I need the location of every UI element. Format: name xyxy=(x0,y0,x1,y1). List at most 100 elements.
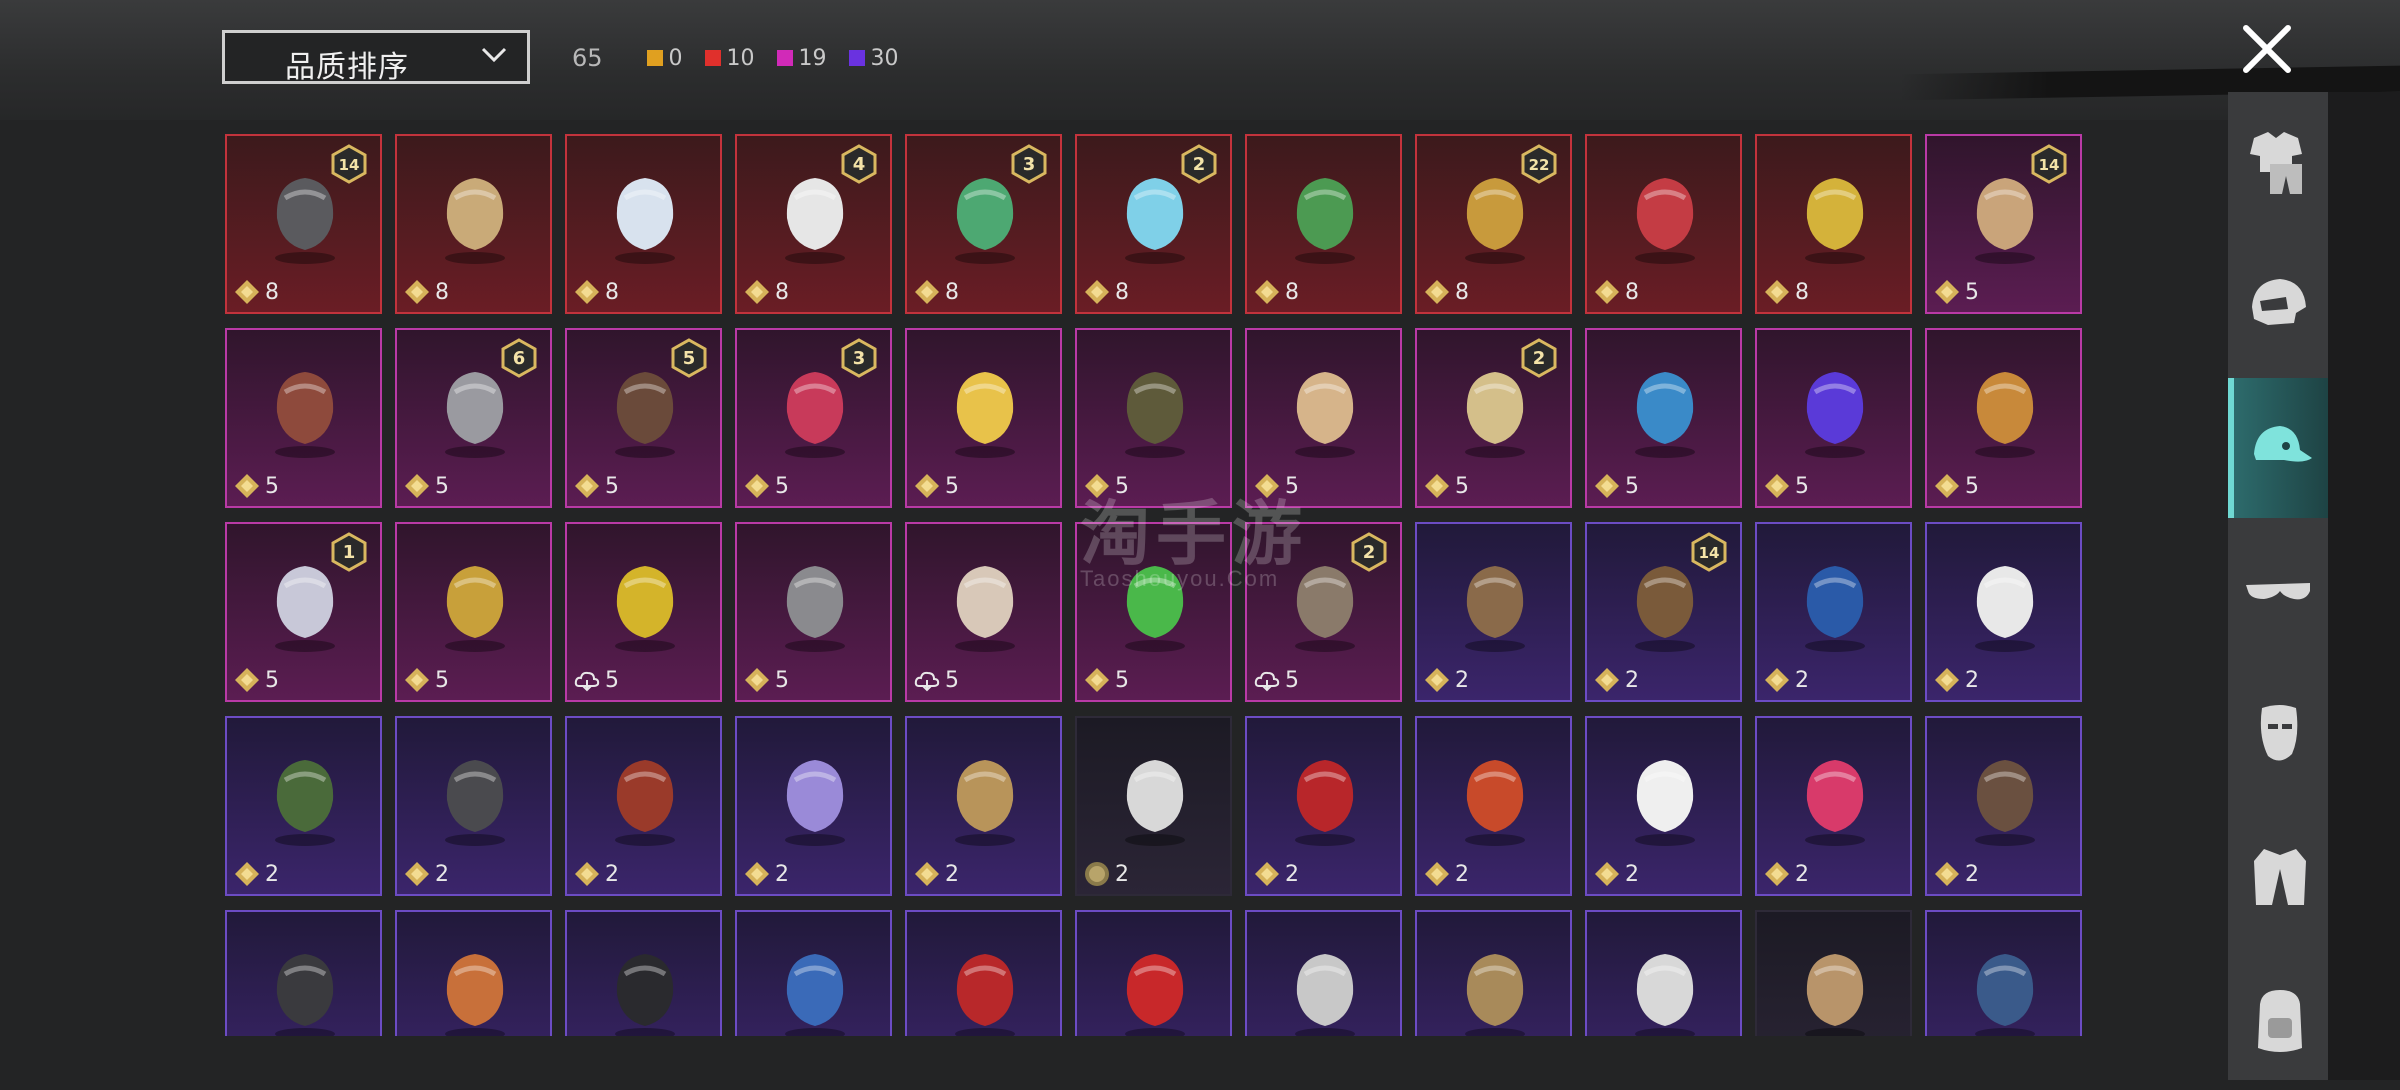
item-price: 5 xyxy=(1423,472,1469,500)
tab-glasses[interactable] xyxy=(2228,521,2328,661)
headwear-item-icon xyxy=(1295,178,1355,264)
item-card[interactable]: 2 xyxy=(565,716,722,896)
item-card[interactable]: 38 xyxy=(905,134,1062,314)
item-card[interactable] xyxy=(735,910,892,1036)
item-card[interactable] xyxy=(1075,910,1232,1036)
item-card[interactable]: 2 xyxy=(1755,716,1912,896)
headwear-item-icon xyxy=(955,372,1015,458)
headwear-item-icon xyxy=(1295,372,1355,458)
item-card[interactable]: 2 xyxy=(1925,716,2082,896)
item-card[interactable]: 65 xyxy=(395,328,552,508)
tab-backpack[interactable] xyxy=(2228,950,2328,1090)
tab-jacket[interactable] xyxy=(2228,807,2328,947)
item-card[interactable]: 8 xyxy=(1755,134,1912,314)
item-card[interactable]: 5 xyxy=(565,522,722,702)
item-card[interactable]: 8 xyxy=(1245,134,1402,314)
item-card[interactable] xyxy=(1925,910,2082,1036)
item-card[interactable]: 2 xyxy=(1415,716,1572,896)
item-card[interactable]: 5 xyxy=(905,522,1062,702)
item-card[interactable]: 35 xyxy=(735,328,892,508)
item-card[interactable] xyxy=(1585,910,1742,1036)
diamond-currency-icon xyxy=(915,280,939,304)
item-card[interactable]: 8 xyxy=(395,134,552,314)
headwear-item-icon xyxy=(1975,372,2035,458)
price-value: 2 xyxy=(605,861,619,887)
diamond-currency-icon xyxy=(235,668,259,692)
item-price: 2 xyxy=(743,860,789,888)
headwear-item-icon xyxy=(1635,760,1695,846)
badge-number: 1 xyxy=(343,542,356,563)
diamond-currency-icon xyxy=(1595,280,1619,304)
jacket-icon xyxy=(2254,849,2306,905)
tab-hat[interactable] xyxy=(2228,378,2328,518)
item-card[interactable] xyxy=(225,910,382,1036)
quality-sort-dropdown[interactable]: 品质排序 xyxy=(222,30,530,84)
item-card[interactable] xyxy=(395,910,552,1036)
item-card[interactable] xyxy=(565,910,722,1036)
item-card[interactable]: 14 8 xyxy=(225,134,382,314)
level-badge: 3 xyxy=(841,338,877,378)
price-value: 8 xyxy=(1625,279,1639,305)
item-card[interactable]: 2 xyxy=(225,716,382,896)
diamond-currency-icon xyxy=(235,474,259,498)
item-card[interactable]: 2 xyxy=(1925,522,2082,702)
item-card[interactable]: 2 xyxy=(735,716,892,896)
diamond-currency-icon xyxy=(405,862,429,886)
item-card[interactable]: 14 2 xyxy=(1585,522,1742,702)
price-value: 2 xyxy=(1285,861,1299,887)
item-card[interactable]: 2 xyxy=(395,716,552,896)
item-card[interactable]: 15 xyxy=(225,522,382,702)
item-card[interactable]: 8 xyxy=(1585,134,1742,314)
item-card[interactable]: 5 xyxy=(1755,328,1912,508)
item-card[interactable] xyxy=(1245,910,1402,1036)
diamond-currency-icon xyxy=(405,474,429,498)
item-card[interactable]: 5 xyxy=(225,328,382,508)
item-card[interactable]: 22 8 xyxy=(1415,134,1572,314)
price-value: 5 xyxy=(435,473,449,499)
item-card[interactable]: 5 xyxy=(735,522,892,702)
item-card[interactable]: 48 xyxy=(735,134,892,314)
item-card[interactable]: 5 xyxy=(395,522,552,702)
item-card[interactable]: 2 xyxy=(1245,716,1402,896)
tab-helmet[interactable] xyxy=(2228,235,2328,375)
diamond-currency-icon xyxy=(1595,862,1619,886)
headwear-item-icon xyxy=(1805,372,1865,458)
price-value: 2 xyxy=(945,861,959,887)
item-card[interactable]: 2 xyxy=(1075,716,1232,896)
item-price: 8 xyxy=(1593,278,1639,306)
item-card[interactable] xyxy=(1415,910,1572,1036)
price-value: 5 xyxy=(1115,667,1129,693)
price-value: 8 xyxy=(945,279,959,305)
item-card[interactable] xyxy=(905,910,1062,1036)
item-card[interactable]: 5 xyxy=(1925,328,2082,508)
diamond-currency-icon xyxy=(915,474,939,498)
item-card[interactable]: 28 xyxy=(1075,134,1232,314)
headwear-item-icon xyxy=(955,954,1015,1036)
cloud-currency-icon xyxy=(914,671,940,692)
item-card[interactable]: 5 xyxy=(1585,328,1742,508)
tab-outfit[interactable] xyxy=(2228,92,2328,232)
item-card[interactable] xyxy=(1755,910,1912,1036)
item-price: 5 xyxy=(1083,666,1129,694)
headwear-item-icon xyxy=(445,760,505,846)
item-price: 2 xyxy=(1933,666,1979,694)
price-value: 5 xyxy=(265,473,279,499)
item-card[interactable]: 55 xyxy=(565,328,722,508)
tab-mask[interactable] xyxy=(2228,664,2328,804)
headwear-item-icon xyxy=(1635,372,1695,458)
close-icon[interactable] xyxy=(2238,20,2296,78)
item-card[interactable]: 25 xyxy=(1415,328,1572,508)
item-card[interactable]: 2 xyxy=(1585,716,1742,896)
price-value: 2 xyxy=(1115,861,1129,887)
item-card[interactable]: 5 xyxy=(905,328,1062,508)
price-value: 8 xyxy=(1285,279,1299,305)
item-price: 5 xyxy=(403,666,449,694)
diamond-currency-icon xyxy=(745,668,769,692)
item-card[interactable]: 8 xyxy=(565,134,722,314)
chevron-down-icon xyxy=(481,47,507,63)
item-card[interactable]: 14 5 xyxy=(1925,134,2082,314)
item-card[interactable]: 2 xyxy=(905,716,1062,896)
item-price: 5 xyxy=(233,472,279,500)
item-card[interactable]: 2 xyxy=(1755,522,1912,702)
item-card[interactable]: 2 xyxy=(1415,522,1572,702)
